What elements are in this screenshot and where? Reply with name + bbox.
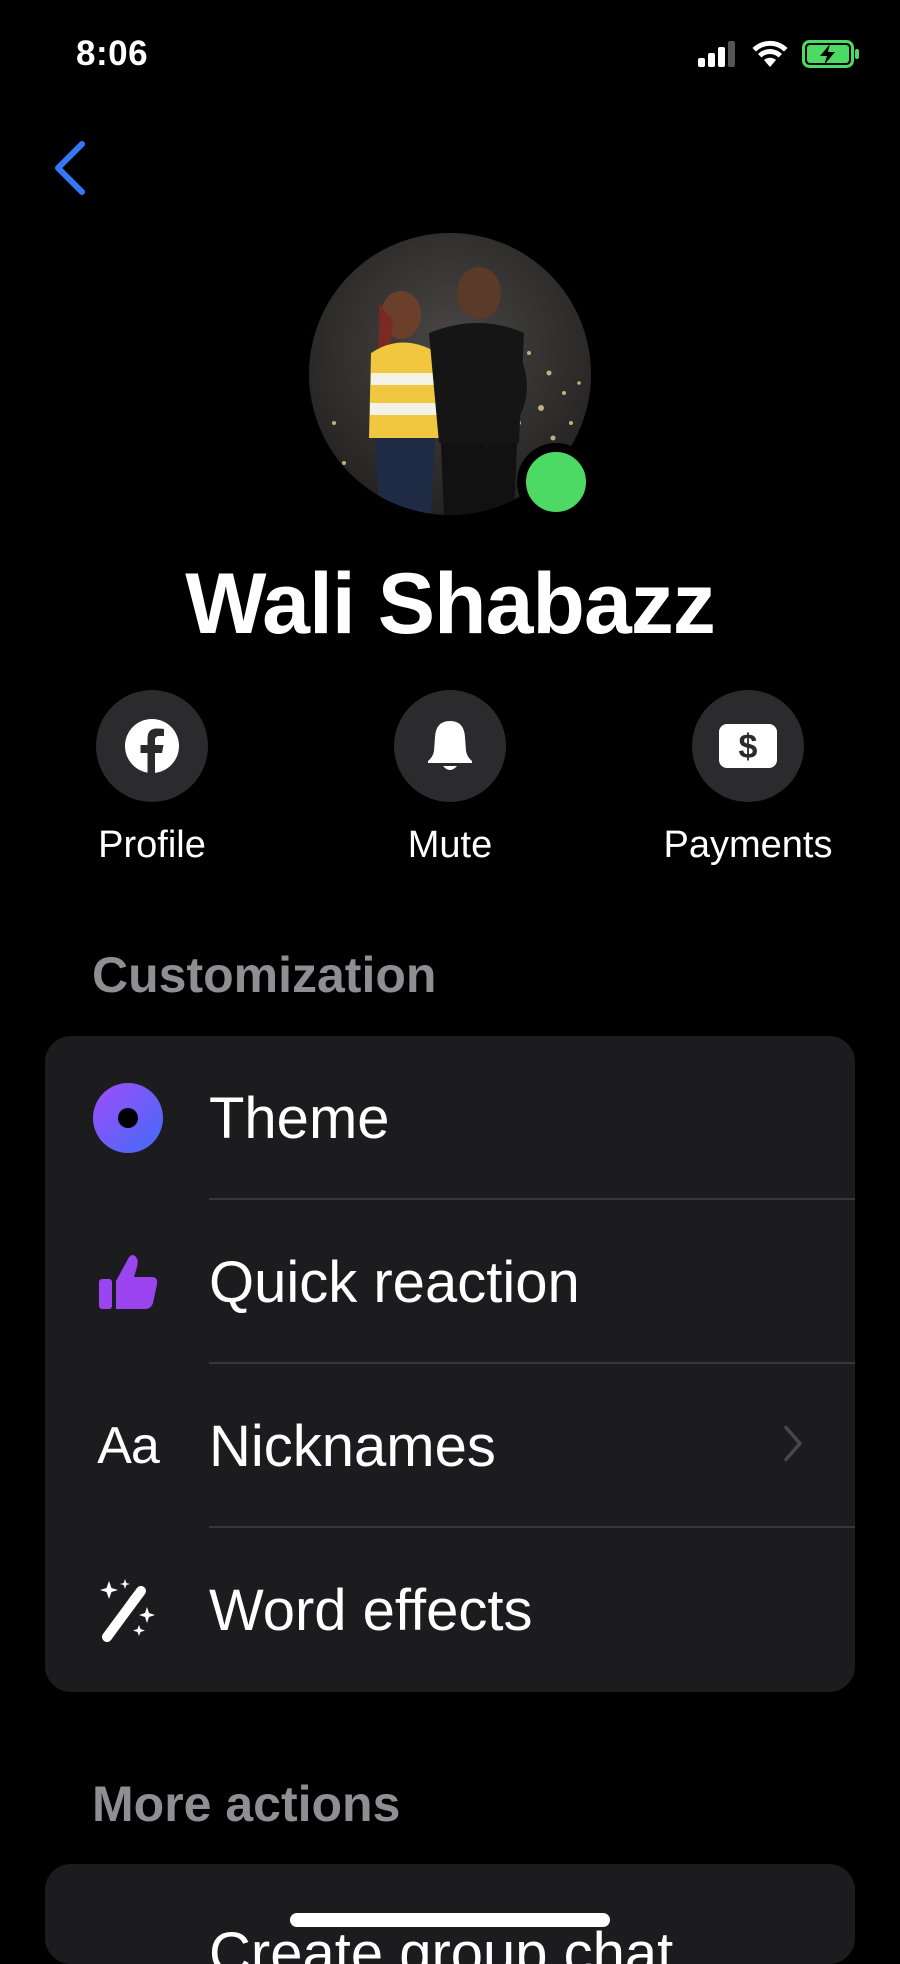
theme-row[interactable]: Theme (45, 1036, 855, 1200)
more-actions-heading: More actions (92, 1776, 401, 1832)
mute-action-circle[interactable] (394, 690, 506, 802)
profile-action-label: Profile (98, 824, 206, 866)
bell-icon (428, 721, 472, 770)
payments-action[interactable]: $ Payments (648, 690, 848, 867)
wifi-icon (752, 40, 788, 67)
status-icons (698, 40, 860, 68)
battery-charging-icon (802, 40, 859, 68)
customization-card: Theme Quick reaction Aa Nicknames Word e… (45, 1036, 855, 1692)
status-time: 8:06 (76, 34, 149, 73)
status-bar: 8:06 (0, 0, 900, 110)
svg-text:$: $ (739, 728, 758, 766)
home-indicator[interactable] (290, 1913, 610, 1927)
nicknames-row[interactable]: Aa Nicknames (45, 1364, 855, 1528)
sparkle-wand-icon (91, 1573, 165, 1647)
cellular-signal-icon (698, 41, 735, 67)
back-button[interactable] (44, 136, 96, 200)
word-effects-row[interactable]: Word effects (45, 1528, 855, 1692)
nicknames-label: Nicknames (209, 1413, 496, 1479)
payments-action-label: Payments (663, 824, 833, 866)
online-status-dot (517, 443, 595, 521)
profile-action[interactable]: Profile (52, 690, 252, 867)
theme-label: Theme (209, 1085, 390, 1151)
thumbs-up-icon (91, 1245, 165, 1319)
word-effects-label: Word effects (209, 1577, 533, 1643)
facebook-icon (125, 719, 179, 775)
theme-icon (91, 1081, 165, 1155)
dollar-icon: $ (719, 724, 777, 768)
nicknames-icon-text: Aa (97, 1417, 160, 1475)
mute-action-label: Mute (407, 824, 493, 866)
profile-action-circle[interactable] (96, 690, 208, 802)
chevron-left-icon (55, 141, 85, 195)
nicknames-icon: Aa (91, 1409, 165, 1483)
contact-name: Wali Shabazz (185, 556, 716, 652)
mute-action[interactable]: Mute (350, 690, 550, 867)
customization-heading: Customization (92, 947, 437, 1003)
chevron-right-icon (783, 1425, 803, 1468)
quick-reaction-row[interactable]: Quick reaction (45, 1200, 855, 1364)
quick-reaction-label: Quick reaction (209, 1249, 580, 1315)
payments-action-circle[interactable]: $ (692, 690, 804, 802)
